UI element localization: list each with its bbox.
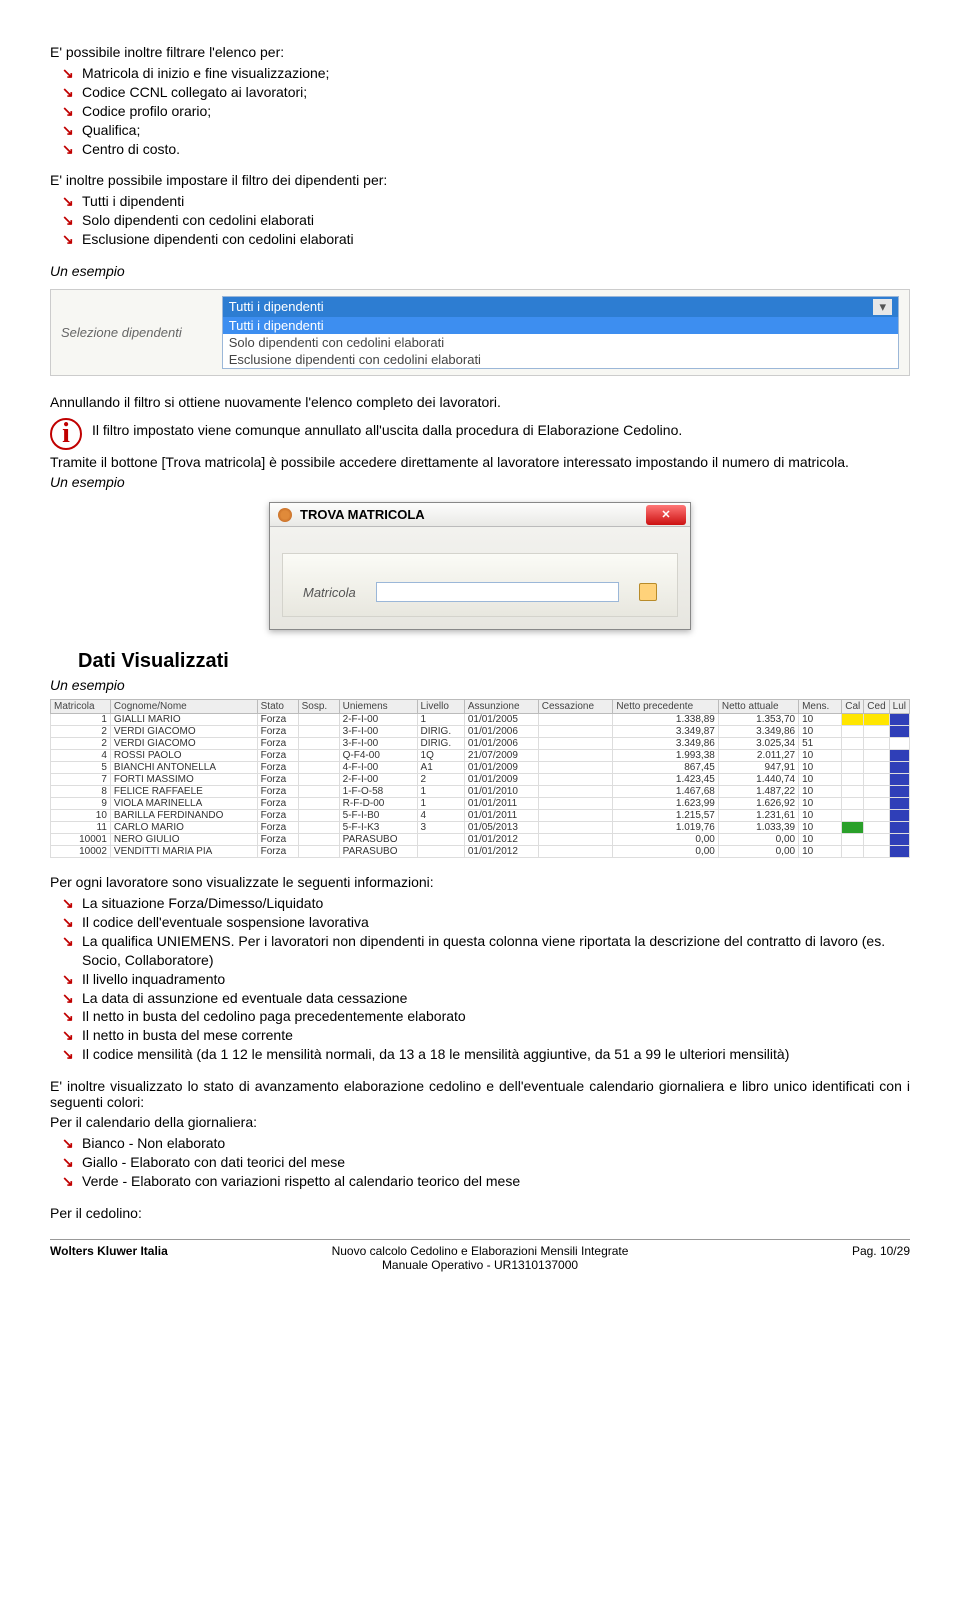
table-header: Ced — [864, 700, 889, 714]
dati-table: MatricolaCognome/NomeStatoSosp.UniemensL… — [50, 699, 910, 858]
info-icon: i — [50, 418, 82, 450]
dialog-title: TROVA MATRICOLA — [300, 507, 425, 522]
table-row: 4ROSSI PAOLOForzaQ-F4-001Q21/07/20091.99… — [51, 750, 910, 762]
list-item: Codice CCNL collegato ai lavoratori; — [50, 83, 910, 102]
list-item: Il livello inquadramento — [50, 970, 910, 989]
matricola-input[interactable] — [376, 582, 619, 602]
list-item: Tutti i dipendenti — [50, 192, 910, 211]
example-label-3: Un esempio — [50, 677, 910, 693]
table-row: 10001NERO GIULIOForzaPARASUBO01/01/20120… — [51, 834, 910, 846]
list-item: Solo dipendenti con cedolini elaborati — [50, 211, 910, 230]
dropdown-screenshot: Selezione dipendenti Tutti i dipendenti ▾… — [50, 289, 910, 376]
info-list: La situazione Forza/Dimesso/LiquidatoIl … — [50, 894, 910, 1064]
dialog-icon — [278, 508, 292, 522]
info-text: Il filtro impostato viene comunque annul… — [92, 418, 910, 438]
dropdown-option[interactable]: Esclusione dipendenti con cedolini elabo… — [223, 351, 898, 368]
dropdown-select[interactable]: Tutti i dipendenti▾ Tutti i dipendenti S… — [222, 296, 899, 369]
table-row: 11CARLO MARIOForza5-F-I-K3301/05/20131.0… — [51, 822, 910, 834]
table-header: Matricola — [51, 700, 111, 714]
table-header: Livello — [417, 700, 464, 714]
example-label-1: Un esempio — [50, 263, 910, 279]
table-header: Cessazione — [538, 700, 613, 714]
table-row: 7FORTI MASSIMOForza2-F-I-00201/01/20091.… — [51, 774, 910, 786]
tramite-text: Tramite il bottone [Trova matricola] è p… — [50, 454, 910, 470]
perogni-text: Per ogni lavoratore sono visualizzate le… — [50, 874, 910, 890]
cedolino-heading: Per il cedolino: — [50, 1205, 910, 1221]
footer-right: Pag. 10/29 — [695, 1244, 910, 1272]
example-label-2: Un esempio — [50, 474, 910, 490]
dropdown-label: Selezione dipendenti — [61, 325, 182, 340]
calendario-heading: Per il calendario della giornaliera: — [50, 1114, 910, 1130]
table-row: 2VERDI GIACOMOForza3-F-I-00DIRIG.01/01/2… — [51, 726, 910, 738]
list-item: Il codice mensilità (da 1 12 le mensilit… — [50, 1045, 910, 1064]
list-item: La data di assunzione ed eventuale data … — [50, 989, 910, 1008]
list-item: Il netto in busta del mese corrente — [50, 1026, 910, 1045]
chevron-down-icon[interactable]: ▾ — [873, 299, 892, 315]
table-row: 9VIOLA MARINELLAForzaR-F-D-00101/01/2011… — [51, 798, 910, 810]
table-header: Sosp. — [298, 700, 339, 714]
table-header: Mens. — [799, 700, 842, 714]
calendario-list: Bianco - Non elaboratoGiallo - Elaborato… — [50, 1134, 910, 1191]
list-item: Giallo - Elaborato con dati teorici del … — [50, 1153, 910, 1172]
einoltre-text: E' inoltre visualizzato lo stato di avan… — [50, 1078, 910, 1110]
table-header: Uniemens — [339, 700, 417, 714]
table-header: Cal — [842, 700, 864, 714]
list-item: Esclusione dipendenti con cedolini elabo… — [50, 230, 910, 249]
table-header: Netto precedente — [613, 700, 718, 714]
table-row: 1GIALLI MARIOForza2-F-I-00101/01/20051.3… — [51, 714, 910, 726]
filter-list-2: Tutti i dipendentiSolo dipendenti con ce… — [50, 192, 910, 249]
table-header: Cognome/Nome — [110, 700, 257, 714]
lookup-icon[interactable] — [639, 583, 657, 601]
table-row: 5BIANCHI ANTONELLAForza4-F-I-00A101/01/2… — [51, 762, 910, 774]
trova-matricola-dialog: TROVA MATRICOLA ✕ Matricola — [269, 502, 691, 630]
list-item: Centro di costo. — [50, 140, 910, 159]
list-item: La qualifica UNIEMENS. Per i lavoratori … — [50, 932, 910, 970]
dati-visualizzati-heading: Dati Visualizzati — [78, 650, 910, 673]
table-header: Netto attuale — [718, 700, 798, 714]
table-row: 8FELICE RAFFAELEForza1-F-O-58101/01/2010… — [51, 786, 910, 798]
intro2: E' inoltre possibile impostare il filtro… — [50, 172, 910, 188]
list-item: Il codice dell'eventuale sospensione lav… — [50, 913, 910, 932]
table-row: 10BARILLA FERDINANDOForza5-F-I-B0401/01/… — [51, 810, 910, 822]
intro: E' possibile inoltre filtrare l'elenco p… — [50, 44, 910, 60]
list-item: Bianco - Non elaborato — [50, 1134, 910, 1153]
list-item: Codice profilo orario; — [50, 102, 910, 121]
dropdown-option[interactable]: Solo dipendenti con cedolini elaborati — [223, 334, 898, 351]
matricola-label: Matricola — [303, 585, 356, 600]
dropdown-option[interactable]: Tutti i dipendenti — [223, 317, 898, 334]
table-row: 10002VENDITTI MARIA PIAForzaPARASUBO01/0… — [51, 846, 910, 858]
page-footer: Wolters Kluwer Italia Nuovo calcolo Cedo… — [50, 1239, 910, 1272]
filter-list-1: Matricola di inizio e fine visualizzazio… — [50, 64, 910, 158]
footer-center: Nuovo calcolo Cedolino e Elaborazioni Me… — [265, 1244, 695, 1272]
list-item: Matricola di inizio e fine visualizzazio… — [50, 64, 910, 83]
list-item: Verde - Elaborato con variazioni rispett… — [50, 1172, 910, 1191]
table-header: Stato — [257, 700, 298, 714]
list-item: Il netto in busta del cedolino paga prec… — [50, 1007, 910, 1026]
table-header: Lul — [889, 700, 909, 714]
footer-left: Wolters Kluwer Italia — [50, 1244, 265, 1272]
close-icon[interactable]: ✕ — [646, 505, 686, 525]
table-header: Assunzione — [464, 700, 538, 714]
annullando-text: Annullando il filtro si ottiene nuovamen… — [50, 394, 910, 410]
table-row: 2VERDI GIACOMOForza3-F-I-00DIRIG.01/01/2… — [51, 738, 910, 750]
list-item: Qualifica; — [50, 121, 910, 140]
list-item: La situazione Forza/Dimesso/Liquidato — [50, 894, 910, 913]
